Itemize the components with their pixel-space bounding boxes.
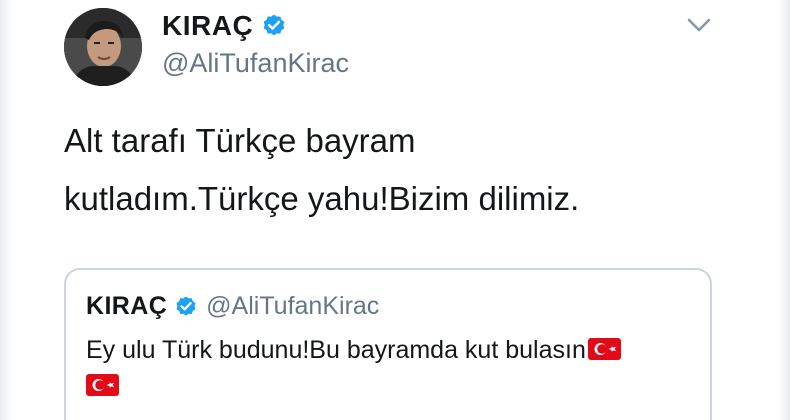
- author-display-name[interactable]: KIRAÇ: [162, 10, 253, 42]
- quoted-tweet-text: Ey ulu Türk budunu!Bu bayramda kut bulas…: [86, 332, 696, 404]
- turkey-flag-icon: [587, 338, 621, 360]
- quoted-author-handle: @AliTufanKirac: [206, 292, 380, 320]
- turkey-flag-icon: [86, 374, 119, 396]
- tweet-screen: KIRAÇ @AliTufanKirac Alt tarafı Türkçe b…: [0, 0, 790, 420]
- left-edge-shadow: [0, 0, 12, 420]
- author-name-row[interactable]: KIRAÇ: [162, 10, 287, 42]
- profile-photo-icon: [64, 8, 142, 86]
- quoted-tweet-body: Ey ulu Türk budunu!Bu bayramda kut bulas…: [86, 336, 586, 364]
- right-edge-shadow: [778, 0, 790, 420]
- quoted-tweet-card[interactable]: KIRAÇ @AliTufanKirac Ey ulu Türk budunu!…: [64, 268, 712, 420]
- quoted-author-name: KIRAÇ: [86, 292, 168, 320]
- tweet-text-line: Alt tarafı Türkçe bayram: [64, 122, 416, 159]
- tweet-text: Alt tarafı Türkçe bayram kutladım.Türkçe…: [64, 112, 724, 228]
- verified-badge-icon: [263, 14, 285, 36]
- verified-badge-icon: [176, 296, 196, 316]
- quoted-tweet-header: KIRAÇ @AliTufanKirac: [86, 292, 379, 321]
- avatar[interactable]: [64, 8, 142, 86]
- author-handle[interactable]: @AliTufanKirac: [162, 48, 349, 79]
- chevron-down-icon[interactable]: [686, 12, 712, 38]
- tweet-text-line: kutladım.Türkçe yahu!Bizim dilimiz.: [64, 180, 580, 217]
